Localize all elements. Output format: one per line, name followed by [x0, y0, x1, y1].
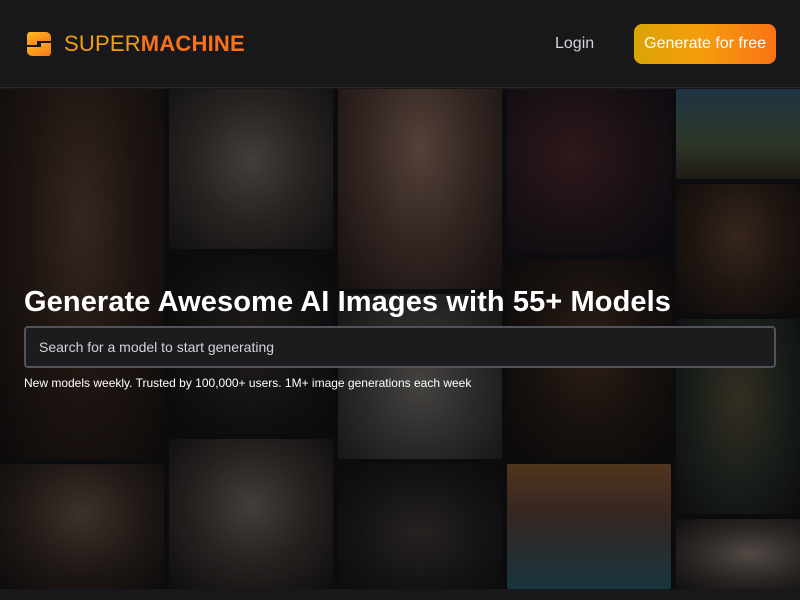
- hero-subtext: New models weekly. Trusted by 100,000+ u…: [24, 376, 472, 390]
- hero-section: Generate Awesome AI Images with 55+ Mode…: [0, 89, 800, 589]
- hero-content: Generate Awesome AI Images with 55+ Mode…: [24, 284, 776, 390]
- site-header: SUPERMACHINE Login Generate for free: [0, 0, 800, 88]
- login-button[interactable]: Login: [555, 35, 594, 53]
- model-search-input[interactable]: [24, 326, 776, 368]
- generate-for-free-button[interactable]: Generate for free: [634, 23, 776, 64]
- brand-name-part1: SUPER: [64, 30, 141, 56]
- supermachine-logo-icon: [26, 31, 52, 56]
- page-bottom-bar: [0, 589, 800, 600]
- brand-logo[interactable]: SUPERMACHINE: [24, 29, 245, 59]
- brand-name-part2: MACHINE: [140, 30, 245, 56]
- hero-headline: Generate Awesome AI Images with 55+ Mode…: [24, 286, 671, 318]
- brand-wordmark: SUPERMACHINE: [64, 31, 245, 57]
